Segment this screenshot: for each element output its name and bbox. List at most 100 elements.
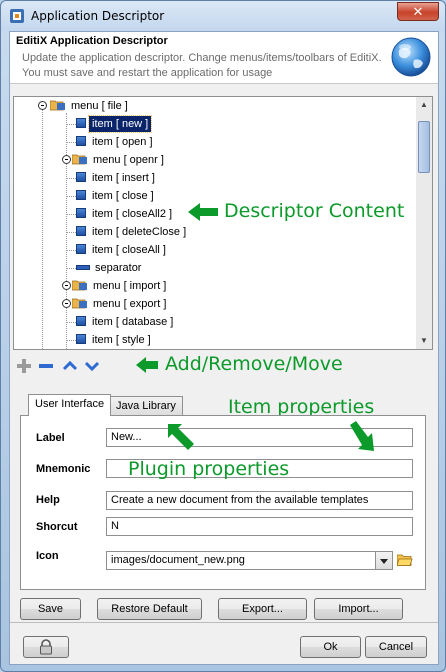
tree-row-label: menu [ import ] (93, 280, 167, 292)
tree-row-label: item [ open ] (92, 136, 153, 148)
help-field[interactable]: Create a new document from the available… (106, 491, 413, 510)
green-arrow-left-icon (136, 357, 158, 373)
add-icon[interactable] (16, 358, 32, 374)
folder-menu-icon (71, 297, 88, 309)
lock-button[interactable] (23, 636, 69, 658)
lock-icon (40, 639, 52, 655)
tab-java-library[interactable]: Java Library (109, 396, 183, 416)
tree-row-label: item [ new ] (87, 115, 153, 133)
tree-guide-line (66, 340, 76, 341)
tree-row-item[interactable]: item [ closeAll ] (76, 242, 169, 258)
help-caption: Help (36, 494, 60, 506)
title-bar[interactable]: Application Descriptor ✕ (1, 1, 445, 31)
tree-row-label: item [ closeAll2 ] (92, 208, 173, 220)
dialog-client: EditiX Application Descriptor Update the… (9, 31, 439, 665)
tree-row-menu[interactable]: menu [ import ] (71, 278, 169, 294)
mnemonic-caption: Mnemonic (36, 463, 91, 475)
tree-row-label: item [ close ] (92, 190, 154, 202)
folder-menu-icon (71, 279, 88, 291)
tree-guide-line (66, 322, 76, 323)
item-icon (76, 226, 86, 236)
restore-default-button[interactable]: Restore Default (97, 598, 202, 620)
tree-guide-line (66, 250, 76, 251)
icon-combo[interactable]: images/document_new.png (106, 551, 376, 570)
move-up-icon[interactable] (62, 358, 78, 374)
green-arrow-up-left-icon (168, 424, 194, 450)
move-down-icon[interactable] (84, 358, 100, 374)
remove-icon[interactable] (38, 358, 54, 374)
tree-row-label: item [ closeAll ] (92, 244, 166, 256)
tree-row-menu[interactable]: menu [ export ] (71, 296, 169, 312)
annotation-add-remove-move: Add/Remove/Move (165, 353, 343, 375)
tree-guide-line (66, 232, 76, 233)
tree-guide-line (66, 214, 76, 215)
icon-caption: Icon (36, 550, 59, 562)
globe-icon (391, 37, 431, 77)
expand-toggle-import[interactable] (62, 281, 71, 290)
label-caption: Label (36, 432, 65, 444)
item-icon (76, 118, 86, 128)
scroll-down-arrow[interactable]: ▼ (416, 333, 432, 349)
tree-row-item[interactable]: item [ style ] (76, 332, 154, 348)
expand-toggle-file[interactable] (38, 101, 47, 110)
shortcut-caption: Shorcut (36, 521, 78, 533)
tree-guide-line (66, 142, 76, 143)
chevron-down-icon[interactable] (375, 551, 393, 570)
ok-button[interactable]: Ok (300, 636, 361, 658)
export-button[interactable]: Export... (218, 598, 307, 620)
tab-user-interface[interactable]: User Interface (28, 394, 112, 416)
editix-app-icon (10, 9, 24, 23)
item-icon (76, 190, 86, 200)
annotation-descriptor-content: Descriptor Content (224, 200, 405, 222)
cancel-button[interactable]: Cancel (365, 636, 427, 658)
tree-scrollbar[interactable]: ▲ ▼ (416, 96, 433, 350)
scrollbar-thumb[interactable] (418, 121, 430, 173)
annotation-plugin-properties: Plugin properties (128, 458, 290, 480)
close-window-button[interactable]: ✕ (397, 2, 439, 21)
tree-row-separator[interactable]: separator (76, 260, 144, 276)
import-button[interactable]: Import... (314, 598, 403, 620)
tree-row-item[interactable]: item [ closeAll2 ] (76, 206, 175, 222)
tree-row-item[interactable]: item [ database ] (76, 314, 176, 330)
item-icon (76, 172, 86, 182)
tree-guide-line (66, 196, 76, 197)
tree-row-label: item [ deleteClose ] (92, 226, 187, 238)
tree-guide-line (66, 124, 76, 125)
tree-row-menu[interactable]: menu [ file ] (49, 98, 131, 114)
green-arrow-left-icon (188, 203, 218, 221)
footer-divider (10, 622, 438, 623)
application-descriptor-window: Application Descriptor ✕ EditiX Applicat… (0, 0, 446, 672)
expand-toggle-export[interactable] (62, 299, 71, 308)
descriptor-tree[interactable]: menu [ file ] item [ new ] item [ open ]… (13, 96, 417, 350)
item-icon (76, 136, 86, 146)
window-title: Application Descriptor (31, 9, 165, 23)
green-arrow-down-right-icon (350, 421, 374, 451)
expand-toggle-openr[interactable] (62, 155, 71, 164)
header-title: EditiX Application Descriptor (16, 35, 168, 47)
item-icon (76, 244, 86, 254)
tree-row-menu[interactable]: menu [ openr ] (71, 152, 167, 168)
item-icon (76, 334, 86, 344)
scroll-up-arrow[interactable]: ▲ (416, 97, 432, 113)
shortcut-field[interactable]: N (106, 517, 413, 536)
tree-guide-line (66, 268, 76, 269)
tree-guide-line (42, 107, 43, 349)
tree-row-item[interactable]: item [ insert ] (76, 170, 158, 186)
tree-guide-line (66, 178, 76, 179)
item-icon (76, 208, 86, 218)
save-button[interactable]: Save (20, 598, 81, 620)
tree-row-item[interactable]: item [ deleteClose ] (76, 224, 189, 240)
folder-open-icon[interactable] (397, 553, 413, 567)
tree-row-label: item [ insert ] (92, 172, 155, 184)
tree-row-label: menu [ file ] (71, 100, 128, 112)
header-description: Update the application descriptor. Chang… (22, 52, 382, 79)
close-icon: ✕ (412, 4, 424, 19)
tree-row-item[interactable]: item [ close ] (76, 188, 157, 204)
tree-row-item[interactable]: item [ open ] (76, 134, 156, 150)
folder-menu-icon (71, 153, 88, 165)
tree-row-label: item [ style ] (92, 334, 151, 346)
tree-row-label: menu [ openr ] (93, 154, 164, 166)
tree-row-label: item [ database ] (92, 316, 174, 328)
tree-row-item[interactable]: item [ new ] (76, 115, 153, 133)
tree-row-label: menu [ export ] (93, 298, 167, 310)
